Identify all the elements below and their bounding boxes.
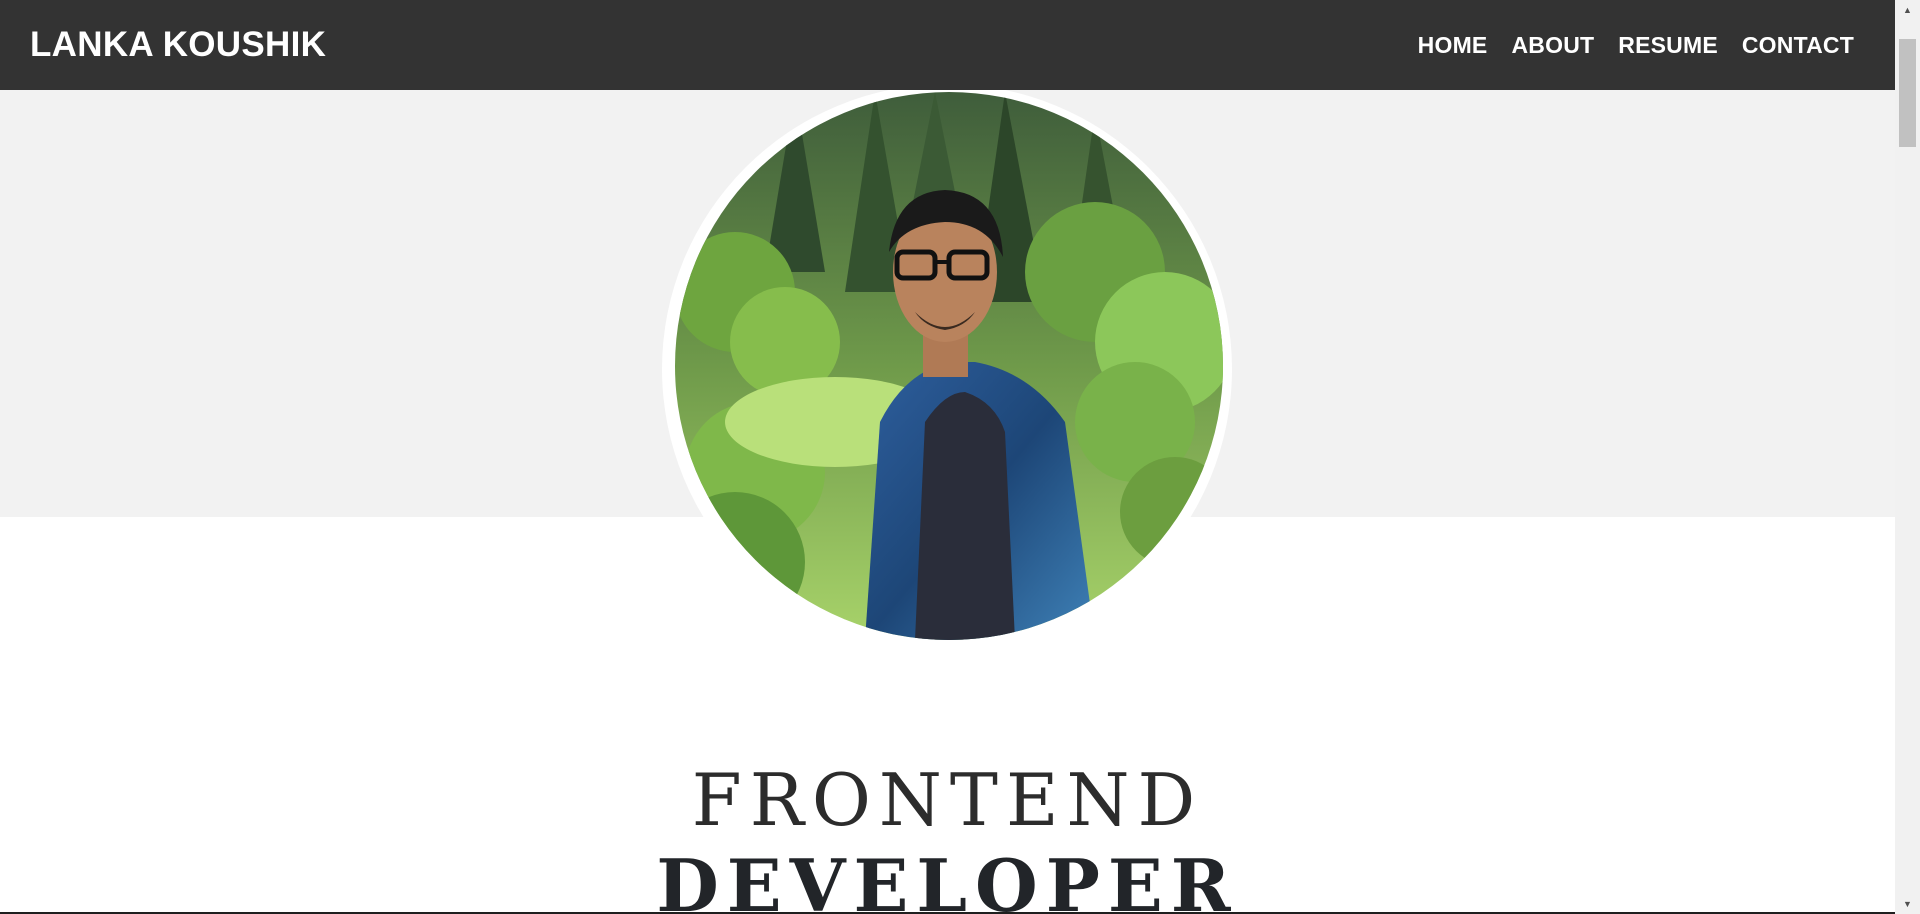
- nav-item-contact: CONTACT: [1742, 32, 1854, 59]
- nav-item-resume: RESUME: [1618, 32, 1718, 59]
- profile-photo-frame: [662, 84, 1232, 654]
- scrollbar-thumb[interactable]: [1899, 39, 1916, 147]
- hero-title-developer: DEVELOPER: [656, 843, 1239, 914]
- scroll-down-arrow-icon[interactable]: ▼: [1895, 894, 1920, 914]
- scroll-up-arrow-icon[interactable]: ▲: [1895, 0, 1920, 20]
- vertical-scrollbar[interactable]: ▲ ▼: [1895, 0, 1920, 914]
- nav-link-home[interactable]: HOME: [1418, 32, 1488, 58]
- nav-link-about[interactable]: ABOUT: [1511, 32, 1594, 58]
- nav-item-about: ABOUT: [1511, 32, 1594, 59]
- profile-photo-image: [675, 92, 1223, 640]
- navbar: LANKA KOUSHIK HOME ABOUT RESUME CONTACT: [0, 0, 1895, 90]
- nav-item-home: HOME: [1418, 32, 1488, 59]
- profile-photo: [675, 92, 1223, 640]
- hero-title-frontend: FRONTEND: [691, 758, 1204, 842]
- nav-links: HOME ABOUT RESUME CONTACT: [1418, 32, 1854, 59]
- nav-link-contact[interactable]: CONTACT: [1742, 32, 1854, 58]
- nav-link-resume[interactable]: RESUME: [1618, 32, 1718, 58]
- brand-logo[interactable]: LANKA KOUSHIK: [30, 25, 326, 65]
